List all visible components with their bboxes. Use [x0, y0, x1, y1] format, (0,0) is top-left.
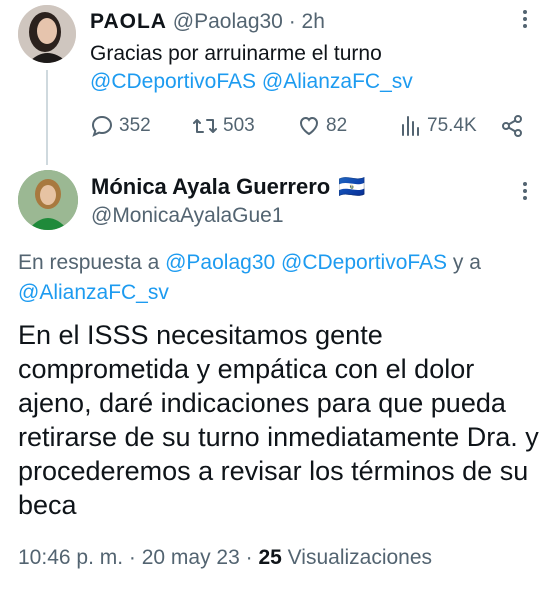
- reply-prefix: En respuesta a: [18, 251, 160, 274]
- tweet-mentions[interactable]: @CDeportivoFAS @AlianzaFC_sv: [90, 68, 413, 96]
- reply-context: En respuesta a @Paolag30 @CDeportivoFAS …: [18, 248, 548, 308]
- tweet-date[interactable]: 20 may 23: [142, 546, 240, 569]
- tweet2-header: Mónica Ayala Guerrero 🇸🇻: [91, 174, 366, 200]
- flag-icon: 🇸🇻: [338, 174, 366, 199]
- more-icon[interactable]: [514, 8, 536, 36]
- author-name[interactable]: PAOLA: [90, 10, 167, 33]
- reply-mention-last[interactable]: @AlianzaFC_sv: [18, 281, 169, 304]
- tweet-text: Gracias por arruinarme el turno: [90, 42, 382, 65]
- retweet-count: 503: [223, 115, 255, 136]
- reply-count: 352: [119, 115, 151, 136]
- author-handle[interactable]: @MonicaAyalaGue1: [91, 204, 284, 228]
- tweet1-text: Gracias por arruinarme el turno @CDeport…: [90, 40, 413, 96]
- author-handle[interactable]: @Paolag30: [173, 10, 283, 33]
- more-icon[interactable]: [514, 180, 536, 208]
- reply-icon: [90, 114, 114, 138]
- views-label: Visualizaciones: [287, 546, 433, 569]
- reply-and: y a: [452, 251, 481, 274]
- views-button[interactable]: 75.4K: [398, 114, 477, 138]
- thread-line: [46, 70, 48, 165]
- like-icon: [297, 114, 321, 138]
- like-count: 82: [326, 115, 348, 136]
- retweet-icon: [192, 114, 218, 138]
- like-button[interactable]: 82: [297, 114, 347, 138]
- tweet1-header: PAOLA @Paolag30 · 2h: [90, 10, 325, 34]
- views-count: 25: [258, 546, 282, 569]
- tweet-time[interactable]: · 2h: [289, 10, 325, 33]
- author-name[interactable]: Mónica Ayala Guerrero: [91, 174, 330, 200]
- share-button[interactable]: [500, 114, 524, 138]
- views-count: 75.4K: [427, 115, 477, 136]
- tweet-meta: 10:46 p. m. · 20 may 23 · 25 Visualizaci…: [18, 546, 433, 569]
- views-icon: [398, 114, 422, 138]
- retweet-button[interactable]: 503: [192, 114, 255, 138]
- avatar[interactable]: [18, 170, 78, 230]
- avatar[interactable]: [18, 5, 76, 63]
- reply-button[interactable]: 352: [90, 114, 151, 138]
- tweet1-actions: 352 503 82 75.4K: [90, 114, 530, 140]
- tweet-time[interactable]: 10:46 p. m.: [18, 546, 123, 569]
- tweet-text: En el ISSS necesitamos gente comprometid…: [18, 320, 539, 520]
- reply-mentions[interactable]: @Paolag30 @CDeportivoFAS: [165, 251, 447, 274]
- share-icon: [500, 114, 524, 138]
